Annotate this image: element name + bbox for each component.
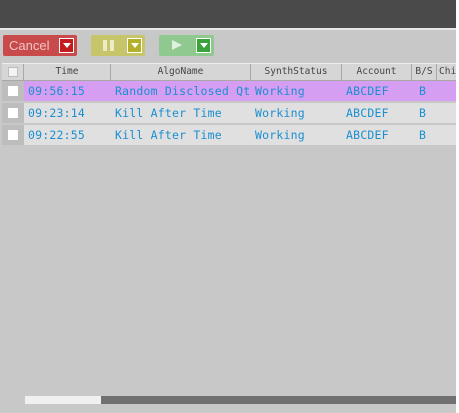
horizontal-scrollbar-thumb[interactable]: [25, 396, 101, 404]
grid-header: Time AlgoName SynthStatus Account B/S Ch…: [2, 63, 456, 81]
column-header-time[interactable]: Time: [24, 64, 111, 80]
horizontal-scrollbar[interactable]: [25, 396, 456, 404]
cell-algoname: Random Disclosed Qty: [115, 84, 251, 98]
chevron-down-icon: [130, 43, 139, 48]
play-button[interactable]: [159, 35, 214, 56]
cell-bs: B: [419, 128, 427, 142]
column-header-synthstatus[interactable]: SynthStatus: [251, 64, 342, 80]
row-checkbox[interactable]: [8, 86, 18, 96]
play-icon: [172, 40, 182, 50]
title-bar[interactable]: [0, 0, 456, 28]
chevron-down-icon: [62, 43, 71, 48]
cell-bs: B: [419, 84, 427, 98]
row-select-cell: [2, 81, 24, 101]
pause-dropdown-button[interactable]: [127, 38, 142, 53]
select-all-cell: [2, 64, 24, 80]
cell-account: ABCDEF: [346, 106, 389, 120]
cell-account: ABCDEF: [346, 84, 389, 98]
column-header-account[interactable]: Account: [342, 64, 412, 80]
cancel-dropdown-button[interactable]: [59, 38, 74, 53]
cell-synthstatus: Working: [255, 128, 305, 142]
algo-orders-window: Cancel Time AlgoName SynthStatus Account…: [0, 0, 456, 413]
cell-bs: B: [419, 106, 427, 120]
pause-icon: [103, 40, 114, 51]
column-header-chi[interactable]: Chi: [437, 64, 456, 80]
window-bottom-edge: [0, 405, 456, 413]
pause-button[interactable]: [91, 35, 145, 56]
row-checkbox[interactable]: [8, 130, 18, 140]
row-select-cell: [2, 125, 24, 145]
orders-grid: Time AlgoName SynthStatus Account B/S Ch…: [2, 63, 456, 393]
play-dropdown-button[interactable]: [196, 38, 211, 53]
cell-synthstatus: Working: [255, 106, 305, 120]
cell-algoname: Kill After Time: [115, 128, 222, 142]
table-row[interactable]: 09:22:55 Kill After Time Working ABCDEF …: [2, 125, 456, 146]
cell-time: 09:23:14: [28, 106, 85, 120]
row-select-cell: [2, 103, 24, 123]
cancel-button-label: Cancel: [9, 38, 50, 53]
row-checkbox[interactable]: [8, 108, 18, 118]
column-header-algoname[interactable]: AlgoName: [111, 64, 251, 80]
toolbar: Cancel: [0, 30, 456, 62]
select-all-checkbox[interactable]: [7, 67, 18, 77]
cell-time: 09:22:55: [28, 128, 85, 142]
cell-time: 09:56:15: [28, 84, 85, 98]
cell-account: ABCDEF: [346, 128, 389, 142]
cell-synthstatus: Working: [255, 84, 305, 98]
table-row[interactable]: 09:23:14 Kill After Time Working ABCDEF …: [2, 103, 456, 124]
table-row[interactable]: 09:56:15 Random Disclosed Qty Working AB…: [2, 81, 456, 102]
chevron-down-icon: [199, 43, 208, 48]
cell-algoname: Kill After Time: [115, 106, 222, 120]
column-header-bs[interactable]: B/S: [412, 64, 437, 80]
cancel-button[interactable]: Cancel: [3, 35, 77, 56]
